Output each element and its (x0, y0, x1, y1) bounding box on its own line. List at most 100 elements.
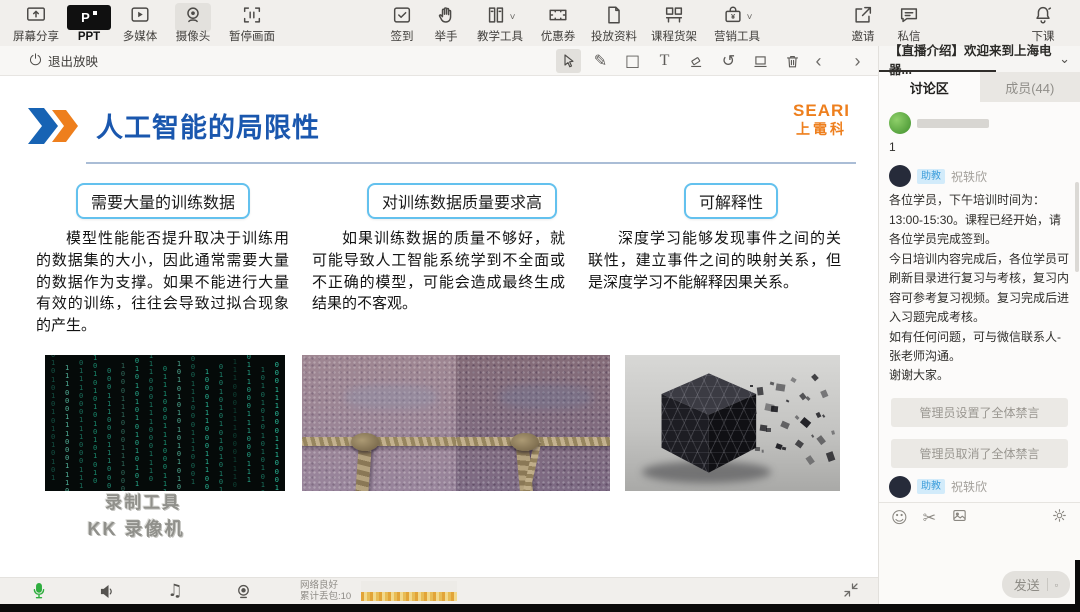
end-class-button[interactable]: 下课 (1020, 5, 1066, 44)
watermark-line1: 录制工具 (105, 493, 181, 512)
slide-paragraphs: 模型性能能否提升取决于训练用的数据集的大小，因此通常需要大量的数据作为支撑。如果… (36, 228, 842, 337)
ppt-icon: P (67, 5, 111, 30)
multimedia-label: 多媒体 (122, 31, 158, 43)
composer-toolbar: ☺ ✂ (879, 503, 1080, 533)
teaching-tools-icon (485, 4, 507, 31)
send-options-icon[interactable]: ▫ (1055, 580, 1058, 590)
exit-presentation-button[interactable]: 退出放映 (28, 51, 98, 70)
sidebar: 【直播介绍】欢迎来到上海电器... ⌄ 讨论区 成员(44) 1 助教 祝轶欣 … (878, 44, 1080, 612)
speaker-icon (100, 584, 112, 598)
microphone-icon (33, 582, 45, 599)
message-header (889, 112, 1070, 134)
user-name: 祝轶欣 (951, 480, 988, 495)
text-tool[interactable]: T (652, 49, 677, 73)
message-text: 各位学员，下午培训时间为：13:00-15:30。课程已经开始，请各位学员完成签… (889, 193, 1070, 383)
marketing-tools-icon: ¥ (722, 4, 744, 31)
multimedia-button[interactable]: 多媒体 (114, 5, 166, 44)
rope-knot-image (302, 355, 610, 491)
private-message-icon (898, 4, 920, 31)
rope-frame-1 (302, 355, 456, 491)
title-underline (86, 162, 856, 164)
slide-title-row: 人工智能的局限性 (28, 106, 320, 145)
collapse-toolbar-icon[interactable] (842, 581, 862, 601)
exit-presentation-label: 退出放映 (48, 55, 99, 69)
live-intro-dropdown[interactable]: 【直播介绍】欢迎来到上海电器... ⌄ (879, 44, 1080, 77)
slide-images-row: 0 1 0 1 0 1 0 1 0 1 0 1 0 1 0 11 1 1 0 0… (0, 355, 878, 491)
prev-slide-button[interactable]: ‹ (806, 49, 831, 73)
chat-input[interactable] (879, 533, 1080, 571)
course-shelf-label: 课程货架 (651, 31, 697, 43)
speaker-toggle[interactable] (96, 580, 118, 602)
pen-tool[interactable]: ✎ (588, 49, 613, 73)
sign-in-icon (391, 4, 413, 31)
assistant-badge: 助教 (917, 168, 945, 184)
coupon-label: 优惠券 (540, 31, 576, 43)
paragraph-data-quality: 如果训练数据的质量不够好，就可能导致人工智能系统学到不全面或不正确的模型，可能会… (312, 230, 565, 313)
ppt-label: PPT (77, 31, 101, 43)
sign-in-button[interactable]: 签到 (380, 5, 424, 44)
course-shelf-icon (663, 4, 685, 31)
music-toggle[interactable]: ♫ (164, 580, 186, 602)
live-intro-title: 【直播介绍】欢迎来到上海电器... (889, 44, 1052, 77)
rectangle-tool[interactable]: □ (620, 49, 645, 73)
pause-screen-label: 暂停画面 (229, 31, 275, 43)
materials-label: 投放资料 (591, 31, 637, 43)
avatar (889, 475, 911, 498)
webcam-toggle[interactable] (232, 580, 254, 602)
image-upload-icon[interactable] (951, 507, 968, 529)
ppt-button[interactable]: P PPT (64, 5, 114, 44)
avatar (889, 165, 911, 188)
undo-tool[interactable]: ↺ (716, 49, 741, 73)
heading-box-interpretability: 可解释性 (684, 183, 779, 219)
send-divider (1046, 578, 1048, 591)
packet-loss: 累计丢包:10 (300, 591, 352, 602)
invite-label: 邀请 (851, 31, 875, 43)
next-icon: › (854, 50, 861, 71)
live-class-window: 屏幕分享 P PPT 多媒体 摄像头 暂停画面 签到 举手 ˅ 教学工具 优惠券… (0, 0, 1080, 612)
eraser-tool[interactable] (684, 49, 709, 73)
next-slide-button[interactable]: › (845, 49, 870, 73)
assistant-badge: 助教 (917, 479, 945, 495)
text-tool-icon: T (659, 52, 670, 69)
raise-hand-button[interactable]: 举手 (424, 5, 468, 44)
window-bottom-edge (0, 604, 1080, 612)
board-tool[interactable] (748, 49, 773, 73)
private-message-button[interactable]: 私信 (886, 5, 932, 44)
emoji-icon[interactable]: ☺ (891, 510, 908, 526)
select-tool[interactable] (556, 49, 581, 73)
microphone-toggle[interactable] (28, 580, 50, 602)
chat-scrollbar[interactable] (1075, 182, 1079, 272)
send-button[interactable]: 发送 ▫ (1001, 571, 1070, 598)
coupon-button[interactable]: 优惠券 (532, 5, 584, 44)
chat-message-list[interactable]: 1 助教 祝轶欣 各位学员，下午培训时间为：13:00-15:30。课程已经开始… (879, 102, 1080, 502)
watermark-line2: KK 录像机 (87, 519, 185, 539)
chat-settings-gear-icon[interactable] (1051, 507, 1068, 529)
materials-button[interactable]: 投放资料 (584, 5, 644, 44)
invite-button[interactable]: 邀请 (840, 5, 886, 44)
undo-icon: ↺ (721, 51, 736, 70)
pause-screen-button[interactable]: 暂停画面 (220, 5, 284, 44)
network-status: 网络良好 累计丢包:10 (300, 580, 351, 603)
heading-box-data-quality: 对训练数据质量要求高 (367, 183, 558, 219)
marketing-tools-label: 营销工具 (714, 31, 760, 43)
chevron-down-icon: ˅ (509, 12, 516, 23)
marketing-tools-button[interactable]: ¥ ˅ 营销工具 (704, 5, 770, 44)
ppt-slide: 人工智能的局限性 SEARI 上電科 需要大量的训练数据 对训练数据质量要求高 … (0, 76, 878, 577)
annotation-toolbar: ✎ □ T ↺ (556, 49, 805, 73)
camera-button[interactable]: 摄像头 (166, 3, 220, 44)
sign-in-label: 签到 (390, 31, 414, 43)
disintegrating-cube-image (625, 355, 840, 491)
seari-logo-text: SEARI (793, 101, 850, 120)
user-name: 祝轶欣 (951, 169, 988, 184)
course-shelf-button[interactable]: 课程货架 (644, 5, 704, 44)
chat-composer: ☺ ✂ 发送 ▫ (879, 502, 1080, 612)
screenshot-scissors-icon[interactable]: ✂ (923, 510, 936, 526)
chevron-down-icon: ˅ (746, 12, 753, 23)
screen-share-button[interactable]: 屏幕分享 (8, 5, 64, 44)
clear-all-tool[interactable] (780, 49, 805, 73)
seari-logo-cn: 上電科 (796, 121, 848, 137)
music-icon: ♫ (167, 580, 183, 601)
teaching-tools-button[interactable]: ˅ 教学工具 (468, 5, 532, 44)
paragraph-training-data: 模型性能能否提升取决于训练用的数据集的大小，因此通常需要大量的数据作为支撑。如果… (36, 230, 289, 334)
power-icon (28, 52, 43, 70)
